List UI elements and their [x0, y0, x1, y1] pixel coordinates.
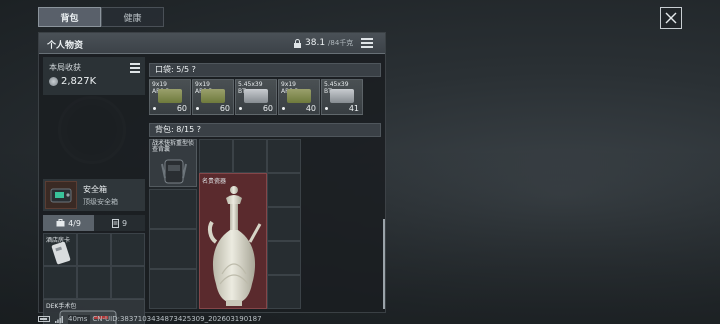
ammo-box-icon — [287, 89, 311, 103]
ammo-count: 40 — [305, 104, 316, 113]
backpack-header: 背包: 8/15 ? — [149, 123, 381, 137]
weight-max: /84千克 — [328, 39, 354, 47]
ammo-box-icon — [330, 89, 354, 103]
safe-box-title: 安全箱 — [83, 185, 107, 194]
weight-value: 38.1 — [305, 38, 326, 48]
grid-cell-empty[interactable] — [77, 233, 111, 266]
grid-cell-empty[interactable] — [111, 233, 145, 266]
porcelain-vase-item[interactable]: 名贵瓷器 — [199, 173, 267, 309]
grid-cell-empty[interactable] — [111, 266, 145, 299]
slot-dot — [196, 107, 199, 110]
container-subtabs: 4/9 9 — [43, 215, 145, 231]
tactical-backpack-label: 战术快拆重型侦查背囊 — [152, 140, 195, 153]
inventory-panel: 个人物资 38.1/84千克 本局收获 2,827K 安全箱 顶级安全箱 4/9… — [38, 32, 386, 324]
subtab-documents[interactable]: 9 — [94, 215, 145, 231]
ping-value: 40ms — [68, 315, 88, 323]
ammo-count: 60 — [219, 104, 230, 113]
ammo-count: 60 — [262, 104, 273, 113]
weight-lock-icon — [294, 38, 301, 48]
pocket-slot-5[interactable]: 5.45x39 BT 41 — [321, 79, 363, 115]
ammo-box-icon — [201, 89, 225, 103]
slot-dot — [239, 107, 242, 110]
tab-health-label: 健康 — [123, 13, 142, 24]
earnings-value: 2,827K — [61, 76, 97, 87]
status-footer: 40ms CN-UID:3837103434873425309_20260319… — [38, 314, 262, 324]
grid-cell-empty[interactable] — [149, 269, 197, 309]
tab-backpack[interactable]: 背包 — [38, 7, 101, 27]
safe-box-icon — [45, 181, 77, 209]
briefcase-icon — [56, 219, 65, 227]
pocket-header: 口袋: 5/5 ? — [149, 63, 381, 77]
earnings-list-icon[interactable] — [130, 63, 140, 73]
subtab-documents-label: 9 — [121, 218, 128, 228]
panel-header: 个人物资 38.1/84千克 — [39, 33, 385, 54]
close-button[interactable] — [660, 7, 682, 29]
porcelain-vase-icon — [207, 186, 262, 306]
pocket-slot-1[interactable]: 9x19AP6.3 60 — [149, 79, 191, 115]
backpack-scrollbar[interactable] — [383, 219, 385, 309]
tab-health[interactable]: 健康 — [101, 7, 164, 27]
tactical-backpack-item[interactable]: 战术快拆重型侦查背囊 — [149, 139, 197, 187]
grid-cell-empty[interactable] — [267, 207, 301, 241]
grid-cell-empty[interactable] — [267, 275, 301, 309]
slot-dot — [282, 107, 285, 110]
grid-cell-empty[interactable] — [149, 229, 197, 269]
earnings-value-row: 2,827K — [49, 76, 96, 87]
weight-indicator: 38.1/84千克 — [293, 38, 353, 48]
backpack-rig-icon — [161, 159, 187, 184]
grid-cell-empty[interactable] — [267, 173, 301, 207]
ammo-count: 60 — [176, 104, 187, 113]
tab-backpack-label: 背包 — [60, 13, 79, 24]
coin-icon — [49, 77, 58, 86]
pocket-slot-2[interactable]: 9x19AP6.3 60 — [192, 79, 234, 115]
safe-box-subtitle: 顶级安全箱 — [83, 198, 118, 206]
top-tabbar: 背包 健康 — [38, 7, 164, 27]
pocket-slot-4[interactable]: 9x19AP6.3 40 — [278, 79, 320, 115]
ammo-count: 41 — [348, 104, 359, 113]
uid-text: CN-UID:3837103434873425309_202603190187 — [92, 315, 262, 323]
grid-cell-empty[interactable] — [267, 241, 301, 275]
grid-cell-empty[interactable] — [149, 189, 197, 229]
document-icon — [111, 218, 119, 228]
slot-dot — [153, 107, 156, 110]
signal-icon — [55, 315, 63, 323]
grid-cell-keycard[interactable]: 酒店房卡 — [43, 233, 77, 266]
subtab-briefcase-label: 4/9 — [68, 218, 81, 228]
grid-cell-empty[interactable] — [43, 266, 77, 299]
sort-list-icon[interactable] — [361, 38, 373, 48]
pocket-slot-3[interactable]: 5.45x39 BT 60 — [235, 79, 277, 115]
grid-cell-empty[interactable] — [199, 139, 233, 173]
backpack-grid: 战术快拆重型侦查背囊 名贵瓷器 — [149, 139, 301, 309]
ammo-box-icon — [158, 89, 182, 103]
safe-box-grid: 酒店房卡 DEK手术包 ?/? — [43, 233, 145, 324]
ammo-box-icon — [244, 89, 268, 103]
keycard-icon — [51, 241, 71, 265]
slot-dot — [325, 107, 328, 110]
grid-cell-empty[interactable] — [267, 139, 301, 173]
backpack-label: 背包: 8/15 ? — [155, 125, 201, 134]
panel-title: 个人物资 — [47, 41, 84, 51]
battery-icon — [38, 316, 50, 322]
pocket-label: 口袋: 5/5 ? — [155, 65, 196, 74]
subtab-briefcase[interactable]: 4/9 — [43, 215, 94, 231]
grid-cell-empty[interactable] — [233, 139, 267, 173]
earnings-box: 本局收获 2,827K — [43, 57, 145, 95]
grid-cell-empty[interactable] — [77, 266, 111, 299]
close-icon — [665, 12, 677, 24]
safe-box[interactable]: 安全箱 顶级安全箱 — [43, 179, 145, 211]
earnings-label: 本局收获 — [49, 63, 81, 72]
